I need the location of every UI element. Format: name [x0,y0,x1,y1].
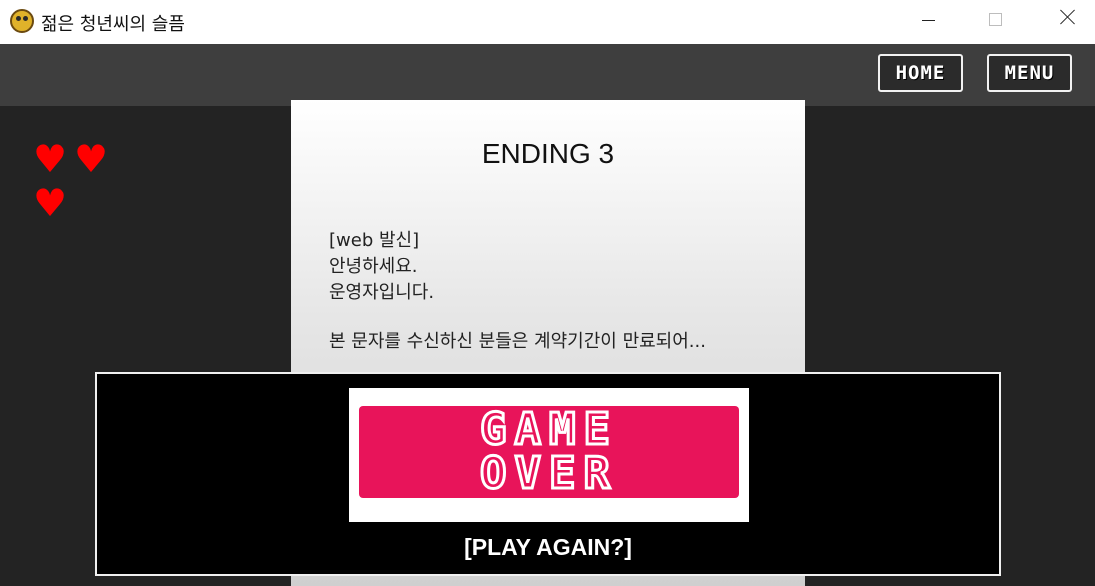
game-over-banner: GAME OVER [359,406,739,498]
heart-icon: ♥ [33,137,68,181]
menu-button[interactable]: MENU [987,54,1072,92]
message-line: 운영자입니다. [329,282,435,303]
minimize-icon[interactable] [905,0,951,44]
heart-icon: ♥ [74,137,109,181]
heart-icon: ♥ [33,181,68,225]
close-icon[interactable] [1043,0,1089,44]
game-over-word: GAME [479,404,618,455]
game-over-logo: GAME OVER [349,388,749,522]
message-line: 본 문자를 수신하신 분들은 계약기간이 만료되어... [329,331,706,352]
window-title: 젊은 청년씨의 슬픔 [41,14,185,35]
ending-title: ENDING 3 [481,138,615,169]
home-button[interactable]: HOME [878,54,963,92]
pygame-snake-icon [10,9,34,33]
maximize-icon[interactable] [973,0,1019,44]
message-line: 안녕하세요. [329,256,418,277]
play-again-button[interactable]: [PLAY AGAIN?] [97,534,999,561]
message-line: [web 발신] [329,230,420,251]
game-over-word: OVER [479,448,618,499]
game-over-panel: GAME OVER [PLAY AGAIN?] [95,372,1001,576]
window-titlebar: 젊은 청년씨의 슬픔 [0,0,1095,44]
